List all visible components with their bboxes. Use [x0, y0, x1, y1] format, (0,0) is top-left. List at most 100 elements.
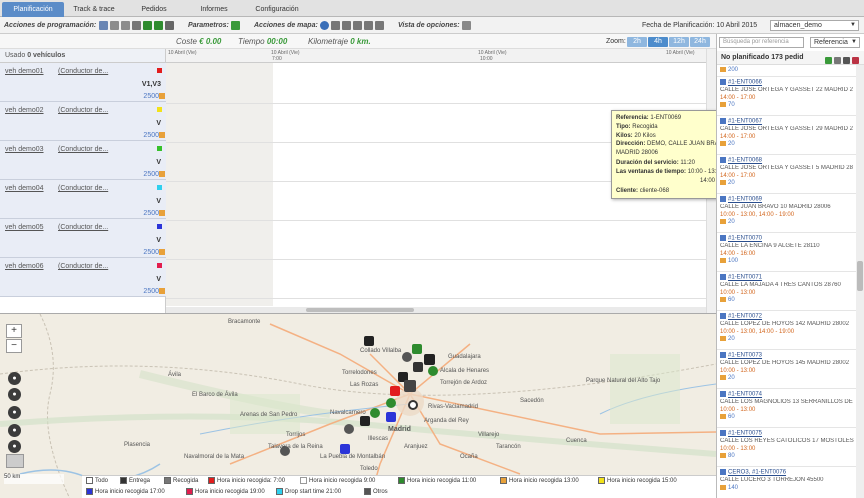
map-tool-icon[interactable]: ● — [8, 406, 21, 419]
orders-scrollbar[interactable] — [856, 65, 864, 498]
order-reference[interactable]: CERO3, #1-ENT0076 — [728, 470, 786, 476]
map-tool-icon[interactable]: ● — [8, 424, 21, 437]
order-item[interactable]: #1-ENT0073 CALLE LOPEZ DE HOYOS 145 MADRI… — [717, 350, 857, 389]
route-icon[interactable] — [364, 20, 373, 30]
map-marker[interactable] — [386, 398, 396, 408]
map-tool-icon[interactable]: ● — [8, 440, 21, 453]
optimize-icon[interactable] — [99, 20, 108, 30]
delete-icon[interactable] — [843, 56, 850, 64]
legend-item[interactable]: Hora inicio recogida 15:00 — [598, 476, 677, 487]
order-reference[interactable]: #1-ENT0071 — [728, 275, 762, 281]
legend-item[interactable]: Hora inicio recogida 13:00 — [500, 476, 579, 487]
print-icon[interactable] — [132, 20, 141, 30]
zoom-12h-button[interactable]: 12h — [669, 37, 689, 47]
map-marker[interactable] — [424, 354, 435, 365]
tab-informes[interactable]: Informes — [186, 2, 242, 17]
map-marker[interactable] — [386, 412, 396, 422]
zoom-24h-button[interactable]: 24h — [690, 37, 710, 47]
legend-item[interactable]: Drop start time 21:00 — [276, 487, 341, 498]
order-reference[interactable]: #1-ENT0066 — [728, 80, 762, 86]
legend-item[interactable]: Hora inicio recogida 17:00 — [86, 487, 165, 498]
map-marker[interactable] — [408, 400, 418, 410]
tab-planificacion[interactable]: Planificación — [2, 2, 64, 17]
vehicle-name[interactable]: veh demo06 — [5, 263, 44, 270]
map-marker[interactable] — [360, 416, 370, 426]
vehicle-name[interactable]: veh demo01 — [5, 68, 44, 75]
order-reference[interactable]: #1-ENT0072 — [728, 314, 762, 320]
vehicle-name[interactable]: veh demo04 — [5, 185, 44, 192]
order-item[interactable]: #1-ENT0069 CALLE JUAN BRAVO 10 MADRID 280… — [717, 194, 857, 233]
zoom-in-button[interactable]: + — [6, 324, 22, 338]
vehicle-row[interactable]: veh demo06 (Conductor de... V 2500 — [0, 258, 166, 297]
legend-item[interactable]: Hora inicio recogida 19:00 — [186, 487, 265, 498]
view-icon[interactable] — [461, 20, 471, 30]
help-icon[interactable] — [320, 20, 329, 30]
filter-icon[interactable] — [852, 56, 859, 64]
vehicle-row[interactable]: veh demo03 (Conductor de... V 2500 — [0, 141, 166, 180]
order-reference[interactable]: #1-ENT0074 — [728, 392, 762, 398]
marker-icon[interactable] — [353, 20, 362, 30]
zoom-2h-button[interactable]: 2h — [627, 37, 647, 47]
route-map[interactable]: + − ● ● ● ● ● Bracamonte Collado Villalb… — [0, 313, 716, 498]
map-marker[interactable] — [370, 408, 380, 418]
map-marker[interactable] — [364, 336, 374, 346]
edit-icon[interactable] — [834, 56, 841, 64]
legend-item[interactable]: Otros — [364, 487, 388, 498]
play-icon[interactable] — [143, 20, 152, 30]
order-item[interactable]: CERO3, #1-ENT0076 CALLE LUCERO 3 TORREJON… — [717, 467, 857, 498]
order-item[interactable]: #1-ENT0075 CALLE LOS REYES CATOLICOS 17 M… — [717, 428, 857, 467]
vehicle-row[interactable]: veh demo05 (Conductor de... V 2500 — [0, 219, 166, 258]
tab-configuracion[interactable]: Configuración — [246, 2, 308, 17]
order-reference[interactable]: #1-ENT0070 — [728, 236, 762, 242]
unlock-icon[interactable] — [121, 20, 130, 30]
zoom-4h-button[interactable]: 4h — [648, 37, 668, 47]
order-reference[interactable]: #1-ENT0069 — [728, 197, 762, 203]
home-icon[interactable] — [342, 20, 351, 30]
zoom-out-button[interactable]: − — [6, 339, 22, 353]
order-item[interactable]: 200 — [717, 65, 857, 77]
map-marker[interactable] — [413, 362, 423, 372]
order-item[interactable]: #1-ENT0070 CALLE LA ENCINA 9 ALGETE 28110… — [717, 233, 857, 272]
map-tool-icon[interactable]: ● — [8, 372, 21, 385]
vehicle-name[interactable]: veh demo05 — [5, 224, 44, 231]
legend-item[interactable]: Todo — [86, 476, 108, 487]
vehicle-name[interactable]: veh demo03 — [5, 146, 44, 153]
search-field-select[interactable]: Referencia ▼ — [810, 37, 860, 48]
map-marker[interactable] — [390, 386, 400, 396]
order-item[interactable]: #1-ENT0071 CALLE LA MAJADA 4 TRES CANTOS … — [717, 272, 857, 311]
vehicle-name[interactable]: veh demo02 — [5, 107, 44, 114]
legend-item[interactable]: Entrega — [120, 476, 150, 487]
legend-item[interactable]: Hora inicio recogida 9:00 — [300, 476, 375, 487]
warehouse-select[interactable]: almacen_demo ▼ — [770, 20, 859, 31]
order-reference[interactable]: #1-ENT0075 — [728, 431, 762, 437]
order-item[interactable]: #1-ENT0074 CALLE LOS MAGNOLIOS 13 SERRANI… — [717, 389, 857, 428]
add-icon[interactable] — [825, 56, 832, 64]
tab-pedidos[interactable]: Pedidos — [126, 2, 182, 17]
map-marker[interactable] — [412, 344, 422, 354]
order-item[interactable]: #1-ENT0067 CALLE JOSE ORTEGA Y GASSET 29 … — [717, 116, 857, 155]
map-tool-icon[interactable]: ● — [8, 388, 21, 401]
order-item[interactable]: #1-ENT0066 CALLE JOSE ORTEGA Y GASSET 22 … — [717, 77, 857, 116]
legend-item[interactable]: Hora inicio recogida: 7:00 — [208, 476, 285, 487]
legend-item[interactable]: Recogida — [164, 476, 198, 487]
lock-icon[interactable] — [110, 20, 119, 30]
vehicle-row[interactable]: veh demo04 (Conductor de... V 2500 — [0, 180, 166, 219]
road-icon[interactable] — [331, 20, 340, 30]
settings-icon[interactable] — [230, 20, 240, 30]
map-marker[interactable] — [340, 444, 350, 454]
tab-track-trace[interactable]: Track & trace — [66, 2, 122, 17]
map-marker[interactable] — [402, 352, 412, 362]
order-reference[interactable]: #1-ENT0067 — [728, 119, 762, 125]
order-reference[interactable]: #1-ENT0068 — [728, 158, 762, 164]
order-item[interactable]: #1-ENT0068 CALLE JOSE ORTEGA Y GASSET 5 M… — [717, 155, 857, 194]
order-reference[interactable]: #1-ENT0073 — [728, 353, 762, 359]
map-marker[interactable] — [344, 424, 354, 434]
layers-icon[interactable] — [6, 454, 24, 468]
reference-search-input[interactable]: Búsqueda por referencia — [719, 37, 804, 48]
vehicle-row[interactable]: veh demo01 (Conductor de... V1,V3 2500 — [0, 63, 166, 102]
grid-icon[interactable] — [165, 20, 174, 30]
layers-icon[interactable] — [375, 20, 384, 30]
order-item[interactable]: #1-ENT0072 CALLE LOPEZ DE HOYOS 142 MADRI… — [717, 311, 857, 350]
map-marker[interactable] — [404, 380, 416, 392]
send-icon[interactable] — [154, 20, 163, 30]
